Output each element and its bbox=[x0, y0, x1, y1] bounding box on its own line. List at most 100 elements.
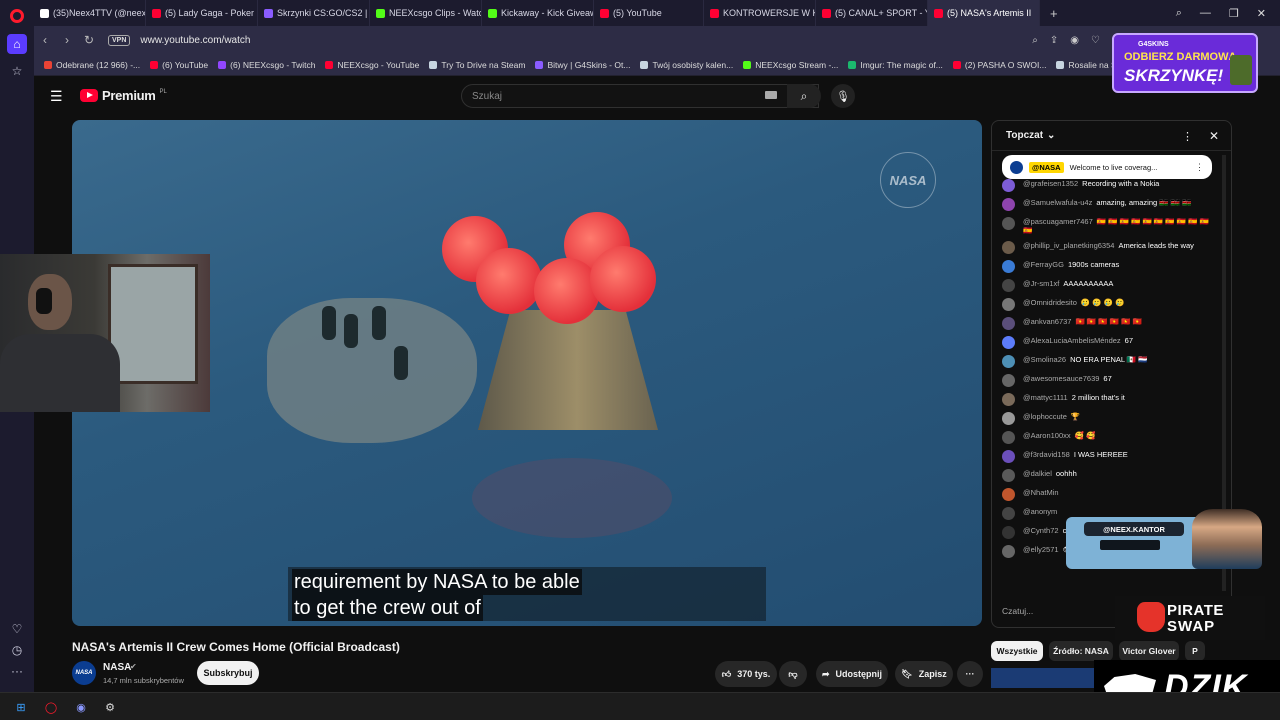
chat-message[interactable]: @ankvan6737 🇻🇳 🇻🇳 🇻🇳 🇻🇳 🇻🇳 🇻🇳 bbox=[1002, 317, 1212, 330]
history-icon[interactable]: ◷ bbox=[7, 640, 27, 660]
recommended-thumbnail[interactable] bbox=[991, 668, 1101, 688]
tab-favicon-icon bbox=[488, 8, 497, 18]
search-button[interactable]: ⌕ bbox=[787, 84, 821, 108]
chat-message[interactable]: @mattyc1111 2 million that's it bbox=[1002, 393, 1212, 406]
chat-message[interactable]: @lophoccute 🏆 bbox=[1002, 412, 1212, 425]
chat-message[interactable]: @dalkiel oohhh bbox=[1002, 469, 1212, 482]
chip-more[interactable]: P bbox=[1185, 641, 1205, 661]
chat-mode-dropdown[interactable]: Topczat bbox=[1006, 130, 1043, 141]
chat-message[interactable]: @f3rdavid158 I WAS HEREEE bbox=[1002, 450, 1212, 463]
channel-avatar[interactable]: NASA bbox=[72, 661, 96, 685]
bookmark-item[interactable]: (6) YouTube bbox=[150, 60, 208, 70]
back-icon[interactable]: ‹ bbox=[34, 33, 56, 47]
subscribe-button[interactable]: Subskrybuj bbox=[197, 661, 259, 685]
premium-label: Premium bbox=[102, 88, 156, 103]
youtube-premium-logo[interactable]: Premium PL bbox=[80, 88, 167, 103]
chat-message[interactable]: @Aaron100xx 🥰 🥰 bbox=[1002, 431, 1212, 444]
browser-tab[interactable]: (5) YouTube bbox=[594, 0, 704, 26]
browser-tab[interactable]: (5) Lady Gaga - Poker bbox=[146, 0, 258, 26]
chat-message[interactable]: @pascuagamer7467 🇪🇸 🇪🇸 🇪🇸 🇪🇸 🇪🇸 🇪🇸 🇪🇸 🇪🇸 … bbox=[1002, 217, 1212, 235]
hamburger-menu-icon[interactable]: ☰ bbox=[50, 88, 63, 105]
bookmark-item[interactable]: NEEXcsgo - YouTube bbox=[325, 60, 419, 70]
g4skins-promo-overlay: G4SKINS ODBIERZ DARMOWĄ SKRZYNKĘ! bbox=[1112, 33, 1258, 93]
camera-icon[interactable]: ◉ bbox=[1070, 35, 1079, 46]
chip-victor-glover[interactable]: Victor Glover bbox=[1119, 641, 1179, 661]
bookmark-item[interactable]: NEEXcsgo Stream -... bbox=[743, 60, 838, 70]
browser-tab[interactable]: Skrzynki CS:GO/CS2 | G4S bbox=[258, 0, 370, 26]
browser-tab[interactable]: (35)Neex4TTV (@neex4ttv bbox=[34, 0, 146, 26]
page-search-icon[interactable]: ⌕ bbox=[1032, 35, 1038, 46]
url-field[interactable]: www.youtube.com/watch bbox=[140, 35, 250, 46]
channel-name[interactable]: NASA bbox=[103, 662, 131, 673]
windows-start-icon[interactable]: ⊞ bbox=[12, 698, 30, 716]
chip-source-nasa[interactable]: Źródło: NASA bbox=[1049, 641, 1113, 661]
home-icon[interactable]: ⌂ bbox=[7, 34, 27, 54]
chat-message[interactable]: @Smolina26 NO ERA PENAL 🇲🇽 🇳🇱 bbox=[1002, 355, 1212, 368]
bookmark-item[interactable]: (6) NEEXcsgo - Twitch bbox=[218, 60, 315, 70]
browser-tab[interactable]: (5) CANAL+ SPORT - YouT bbox=[816, 0, 928, 26]
chat-avatar bbox=[1002, 431, 1015, 444]
tab-title: (5) YouTube bbox=[613, 8, 662, 18]
tab-title: KONTROWERSJE W KOŃC bbox=[723, 8, 815, 18]
opera-logo-icon[interactable] bbox=[10, 9, 24, 23]
chevron-down-icon[interactable]: ⌄ bbox=[1047, 130, 1055, 141]
voice-search-button[interactable]: 🎙 bbox=[831, 84, 855, 108]
steam-taskbar-icon[interactable]: ⚙ bbox=[101, 698, 119, 716]
new-tab-icon[interactable]: + bbox=[1050, 6, 1058, 21]
bookmark-label: Bitwy | G4Skins - Ot... bbox=[547, 59, 631, 70]
chat-text: 67 bbox=[1124, 336, 1134, 345]
chat-message[interactable]: @Omnidridesito 🥲 🥲 🥲 🥲 bbox=[1002, 298, 1212, 311]
chat-message[interactable]: @AlexaLuciaAmbelisMéndez 67 bbox=[1002, 336, 1212, 349]
chat-message[interactable]: @Samuelwafula-u4z amazing, amazing 🇰🇪 🇰🇪 … bbox=[1002, 198, 1212, 211]
dislike-button[interactable]: 👎︎ bbox=[779, 661, 807, 687]
bookmark-label: (2) PASHA O SWOI... bbox=[964, 59, 1047, 70]
star-icon[interactable]: ☆ bbox=[7, 61, 27, 81]
bookmark-item[interactable]: Bitwy | G4Skins - Ot... bbox=[535, 60, 630, 70]
bookmark-item[interactable]: Try To Drive na Steam bbox=[429, 60, 525, 70]
pinned-message[interactable]: @NASA Welcome to live coverag... ⋮ bbox=[1002, 155, 1212, 179]
bookmark-item[interactable]: Twój osobisty kalen... bbox=[640, 60, 733, 70]
chat-message[interactable]: @phillip_iv_planetking6354 America leads … bbox=[1002, 241, 1212, 254]
close-icon[interactable]: ✕ bbox=[1209, 129, 1219, 143]
bookmark-favicon-icon bbox=[1056, 60, 1065, 69]
chat-input[interactable]: Czatuj... bbox=[1002, 606, 1033, 616]
like-button[interactable]: 👍︎ 370 tys. bbox=[715, 661, 777, 687]
chat-message-body: @f3rdavid158 I WAS HEREEE bbox=[1023, 450, 1128, 459]
discord-taskbar-icon[interactable]: ◉ bbox=[72, 698, 90, 716]
browser-tab[interactable]: NEEXcsgo Clips - Watch L bbox=[370, 0, 482, 26]
chat-message[interactable]: @Jr-sm1xf AAAAAAAAAA bbox=[1002, 279, 1212, 292]
reload-icon[interactable]: ↻ bbox=[78, 33, 100, 47]
heart-icon[interactable]: ♡ bbox=[7, 619, 27, 639]
share-icon[interactable]: ⇪ bbox=[1050, 35, 1058, 46]
pinned-options-icon[interactable]: ⋮ bbox=[1195, 162, 1204, 173]
search-tabs-icon[interactable]: ⌕ bbox=[1176, 7, 1182, 20]
vpn-badge[interactable]: VPN bbox=[108, 34, 131, 46]
chat-message[interactable]: @FerrayGG 1900s cameras bbox=[1002, 260, 1212, 273]
chip-all[interactable]: Wszystkie bbox=[991, 641, 1043, 661]
save-button[interactable]: 🔖︎ Zapisz bbox=[895, 661, 953, 687]
browser-tab[interactable]: KONTROWERSJE W KOŃC bbox=[704, 0, 816, 26]
forward-icon[interactable]: › bbox=[56, 33, 78, 47]
more-icon[interactable]: ··· bbox=[7, 661, 27, 681]
bookmark-item[interactable]: Odebrane (12 966) -... bbox=[44, 60, 140, 70]
browser-tab[interactable]: Kickaway - Kick Giveaway bbox=[482, 0, 594, 26]
crew-member bbox=[344, 314, 358, 348]
chat-message[interactable]: @NhatMin bbox=[1002, 488, 1212, 501]
social-icons-strip bbox=[1100, 540, 1160, 550]
keyboard-icon[interactable] bbox=[765, 91, 777, 99]
caption-line-1: requirement by NASA to be able bbox=[292, 569, 582, 595]
browser-tab[interactable]: (5) NASA's Artemis II bbox=[928, 0, 1040, 26]
chat-options-icon[interactable]: ⋮ bbox=[1182, 130, 1193, 143]
chat-message[interactable]: @grafeisen1352 Recording with a Nokia bbox=[1002, 179, 1212, 192]
chat-avatar bbox=[1002, 412, 1015, 425]
bookmark-icon[interactable]: ♡ bbox=[1091, 35, 1100, 46]
share-button[interactable]: ➦ Udostępnij bbox=[816, 661, 888, 687]
bookmark-item[interactable]: Imgur: The magic of... bbox=[848, 60, 943, 70]
close-window-icon[interactable]: ✕ bbox=[1257, 7, 1266, 20]
chat-message[interactable]: @awesomesauce7639 67 bbox=[1002, 374, 1212, 387]
maximize-icon[interactable]: ❐ bbox=[1229, 7, 1239, 20]
more-actions-button[interactable]: ··· bbox=[957, 661, 983, 687]
minimize-icon[interactable]: — bbox=[1200, 7, 1211, 19]
opera-taskbar-icon[interactable]: ◯ bbox=[42, 698, 60, 716]
bookmark-item[interactable]: (2) PASHA O SWOI... bbox=[952, 59, 1047, 70]
